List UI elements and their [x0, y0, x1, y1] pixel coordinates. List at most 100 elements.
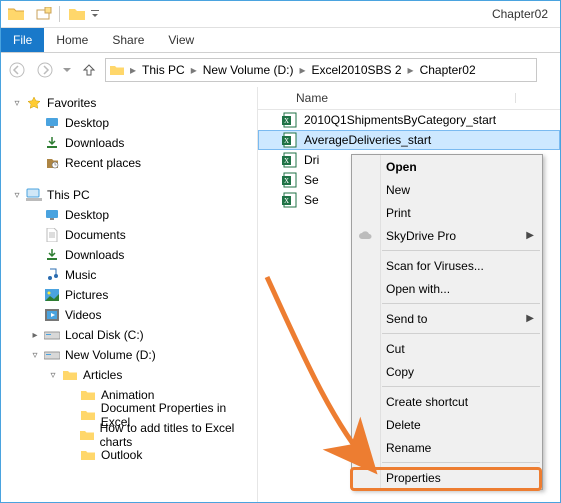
menu-label: Print [386, 206, 411, 220]
menu-scan-viruses[interactable]: Scan for Viruses... [352, 254, 542, 277]
pictures-icon [43, 289, 61, 301]
folder-icon [79, 449, 97, 461]
downloads-icon [43, 248, 61, 262]
menu-label: Copy [386, 365, 414, 379]
nav-downloads[interactable]: Downloads [1, 133, 257, 153]
svg-text:X: X [284, 177, 289, 185]
nav-folder[interactable]: How to add titles to Excel charts [1, 425, 257, 445]
menu-create-shortcut[interactable]: Create shortcut [352, 390, 542, 413]
crumb-new-volume[interactable]: New Volume (D:) [199, 63, 298, 77]
nav-label: Favorites [47, 96, 96, 110]
ribbon: File Home Share View [1, 28, 560, 53]
crumb-label: This PC [142, 63, 185, 77]
nav-label: Downloads [65, 136, 124, 150]
menu-print[interactable]: Print [352, 201, 542, 224]
up-button[interactable] [77, 58, 101, 82]
tab-home[interactable]: Home [44, 28, 100, 52]
file-name: Se [304, 173, 319, 187]
nav-favorites[interactable]: ▿ Favorites [1, 93, 257, 113]
nav-this-pc[interactable]: ▿ This PC [1, 185, 257, 205]
menu-delete[interactable]: Delete [352, 413, 542, 436]
navigation-pane: ▿ Favorites Desktop Downloads Recent pla… [1, 87, 258, 503]
chevron-right-icon[interactable]: ▸ [189, 63, 199, 77]
menu-label: Properties [386, 471, 441, 485]
nav-label: Downloads [65, 248, 124, 262]
nav-videos[interactable]: Videos [1, 305, 257, 325]
menu-send-to[interactable]: Send to▶ [352, 307, 542, 330]
nav-label: Desktop [65, 116, 109, 130]
nav-articles[interactable]: ▿Articles [1, 365, 257, 385]
menu-open[interactable]: Open [352, 155, 542, 178]
nav-recent-places[interactable]: Recent places [1, 153, 257, 173]
file-name: Dri [304, 153, 319, 167]
folder-icon [108, 64, 126, 76]
nav-label: Videos [65, 308, 101, 322]
address-bar[interactable]: ▸ This PC ▸ New Volume (D:) ▸ Excel2010S… [105, 58, 537, 82]
tab-view[interactable]: View [156, 28, 206, 52]
recent-locations-button[interactable] [61, 58, 73, 82]
collapse-icon[interactable]: ▿ [29, 350, 41, 361]
nav-label: This PC [47, 188, 90, 202]
tab-label: Home [56, 33, 88, 47]
excel-file-icon: X [282, 132, 298, 148]
svg-text:X: X [284, 117, 289, 125]
tab-share[interactable]: Share [100, 28, 156, 52]
desktop-icon [43, 117, 61, 129]
nav-documents[interactable]: Documents [1, 225, 257, 245]
videos-icon [43, 309, 61, 321]
forward-button[interactable] [33, 58, 57, 82]
svg-text:X: X [284, 157, 289, 165]
excel-file-icon: X [282, 192, 298, 208]
menu-label: Scan for Viruses... [386, 259, 484, 273]
star-icon [25, 96, 43, 110]
file-name: AverageDeliveries_start [304, 133, 431, 147]
menu-cut[interactable]: Cut [352, 337, 542, 360]
crumb-chapter02[interactable]: Chapter02 [416, 63, 480, 77]
menu-copy[interactable]: Copy [352, 360, 542, 383]
nav-downloads[interactable]: Downloads [1, 245, 257, 265]
qat-dropdown-icon[interactable] [90, 5, 100, 23]
folder-icon [79, 429, 96, 441]
excel-file-icon: X [282, 152, 298, 168]
tab-file[interactable]: File [1, 28, 44, 52]
file-row[interactable]: X 2010Q1ShipmentsByCategory_start [258, 110, 560, 130]
nav-music[interactable]: Music [1, 265, 257, 285]
expand-icon[interactable]: ▸ [29, 330, 41, 341]
nav-label: Desktop [65, 208, 109, 222]
crumb-label: New Volume (D:) [203, 63, 294, 77]
file-name: 2010Q1ShipmentsByCategory_start [304, 113, 496, 127]
menu-separator [382, 303, 540, 304]
downloads-icon [43, 136, 61, 150]
chevron-right-icon[interactable]: ▸ [406, 63, 416, 77]
submenu-arrow-icon: ▶ [526, 313, 534, 324]
crumb-excel2010sbs[interactable]: Excel2010SBS 2 [307, 63, 405, 77]
menu-new[interactable]: New [352, 178, 542, 201]
documents-icon [43, 228, 61, 242]
back-button[interactable] [5, 58, 29, 82]
chevron-right-icon[interactable]: ▸ [297, 63, 307, 77]
crumb-label: Chapter02 [420, 63, 476, 77]
nav-desktop[interactable]: Desktop [1, 113, 257, 133]
qat-new-folder-icon[interactable] [35, 5, 53, 23]
chevron-right-icon[interactable]: ▸ [128, 63, 138, 77]
collapse-icon[interactable]: ▿ [11, 190, 23, 201]
nav-local-disk-c[interactable]: ▸Local Disk (C:) [1, 325, 257, 345]
nav-label: Music [65, 268, 96, 282]
nav-new-volume-d[interactable]: ▿New Volume (D:) [1, 345, 257, 365]
menu-properties[interactable]: Properties [352, 466, 542, 489]
column-header-name[interactable]: Name [296, 91, 516, 105]
crumb-this-pc[interactable]: This PC [138, 63, 189, 77]
context-menu: Open New Print SkyDrive Pro▶ Scan for Vi… [351, 154, 543, 490]
nav-label: Outlook [101, 448, 142, 462]
file-row[interactable]: X AverageDeliveries_start [258, 130, 560, 150]
nav-desktop[interactable]: Desktop [1, 205, 257, 225]
recent-places-icon [43, 157, 61, 169]
menu-skydrive-pro[interactable]: SkyDrive Pro▶ [352, 224, 542, 247]
menu-open-with[interactable]: Open with... [352, 277, 542, 300]
nav-pictures[interactable]: Pictures [1, 285, 257, 305]
menu-rename[interactable]: Rename [352, 436, 542, 459]
computer-icon [25, 188, 43, 202]
collapse-icon[interactable]: ▿ [47, 370, 59, 381]
collapse-icon[interactable]: ▿ [11, 98, 23, 109]
drive-icon [43, 329, 61, 341]
